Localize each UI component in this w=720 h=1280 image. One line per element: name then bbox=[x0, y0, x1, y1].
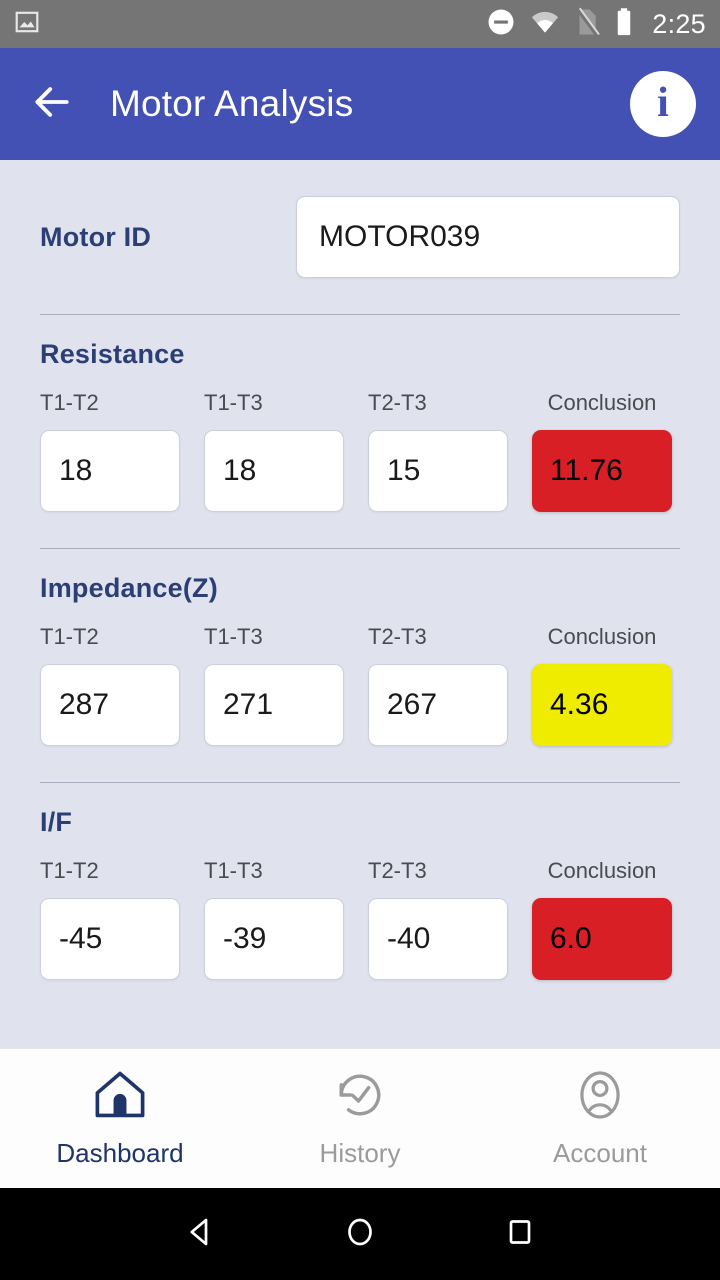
impedance-conclusion-badge: 4.36 bbox=[532, 664, 672, 746]
battery-icon bbox=[614, 7, 634, 42]
motor-id-input[interactable]: MOTOR039 bbox=[296, 196, 680, 278]
value-row: -45 -39 -40 6.0 bbox=[40, 898, 680, 980]
history-clock-icon bbox=[332, 1069, 388, 1126]
triangle-back-icon bbox=[182, 1214, 218, 1255]
column-header-t2-t3: T2-T3 bbox=[368, 858, 427, 883]
android-home-button[interactable] bbox=[342, 1214, 378, 1255]
wifi-icon bbox=[530, 7, 560, 42]
column-header-conclusion: Conclusion bbox=[547, 390, 657, 415]
column-header-conclusion: Conclusion bbox=[547, 624, 657, 649]
no-sim-icon bbox=[574, 7, 601, 42]
motor-id-row: Motor ID MOTOR039 bbox=[0, 160, 720, 278]
section-title: Resistance bbox=[40, 339, 185, 369]
column-header-t1-t3: T1-T3 bbox=[204, 390, 263, 415]
motor-id-label: Motor ID bbox=[40, 221, 152, 252]
impedance-t1-t2-input[interactable]: 287 bbox=[40, 664, 180, 746]
square-recents-icon bbox=[502, 1214, 538, 1255]
if-conclusion-badge: 6.0 bbox=[532, 898, 672, 980]
column-header-t2-t3: T2-T3 bbox=[368, 390, 427, 415]
status-bar: 2:25 bbox=[0, 0, 720, 48]
column-header-conclusion: Conclusion bbox=[547, 858, 657, 883]
nav-label-history: History bbox=[319, 1137, 401, 1168]
resistance-conclusion-badge: 11.76 bbox=[532, 430, 672, 512]
impedance-t1-t3-input[interactable]: 271 bbox=[204, 664, 344, 746]
main-content: Motor ID MOTOR039 Resistance T1-T2 T1-T3… bbox=[0, 160, 720, 1048]
section-title: Impedance(Z) bbox=[40, 573, 218, 603]
column-header-t1-t3: T1-T3 bbox=[204, 624, 263, 649]
value-row: 287 271 267 4.36 bbox=[40, 664, 680, 746]
circle-home-icon bbox=[342, 1214, 378, 1255]
section-title: I/F bbox=[40, 807, 73, 837]
do-not-disturb-icon bbox=[486, 7, 516, 42]
page-title: Motor Analysis bbox=[110, 83, 354, 124]
column-headers: T1-T2 T1-T3 T2-T3 Conclusion bbox=[40, 624, 680, 650]
app-bar: Motor Analysis i bbox=[0, 48, 720, 160]
info-icon: i bbox=[657, 80, 669, 126]
section-impedance: Impedance(Z) T1-T2 T1-T3 T2-T3 Conclusio… bbox=[0, 549, 720, 746]
resistance-t1-t2-input[interactable]: 18 bbox=[40, 430, 180, 512]
home-icon bbox=[92, 1069, 148, 1126]
value-row: 18 18 15 11.76 bbox=[40, 430, 680, 512]
nav-item-history[interactable]: History bbox=[240, 1069, 480, 1169]
nav-label-account: Account bbox=[553, 1137, 647, 1168]
nav-item-account[interactable]: Account bbox=[480, 1069, 720, 1169]
status-bar-clock: 2:25 bbox=[652, 8, 706, 39]
column-headers: T1-T2 T1-T3 T2-T3 Conclusion bbox=[40, 390, 680, 416]
nav-label-dashboard: Dashboard bbox=[56, 1137, 184, 1168]
back-button[interactable] bbox=[24, 76, 80, 132]
column-header-t1-t2: T1-T2 bbox=[40, 858, 99, 883]
status-bar-notifications bbox=[14, 9, 40, 40]
column-header-t1-t2: T1-T2 bbox=[40, 624, 99, 649]
section-if: I/F T1-T2 T1-T3 T2-T3 Conclusion -45 -39… bbox=[0, 783, 720, 980]
if-t1-t2-input[interactable]: -45 bbox=[40, 898, 180, 980]
android-back-button[interactable] bbox=[182, 1214, 218, 1255]
column-header-t1-t2: T1-T2 bbox=[40, 390, 99, 415]
if-t2-t3-input[interactable]: -40 bbox=[368, 898, 508, 980]
nav-item-dashboard[interactable]: Dashboard bbox=[0, 1069, 240, 1169]
image-notification-icon bbox=[14, 9, 40, 40]
arrow-left-icon bbox=[30, 80, 74, 129]
status-bar-system-icons: 2:25 bbox=[486, 7, 706, 42]
person-icon bbox=[572, 1069, 628, 1126]
column-header-t2-t3: T2-T3 bbox=[368, 624, 427, 649]
section-resistance: Resistance T1-T2 T1-T3 T2-T3 Conclusion … bbox=[0, 315, 720, 512]
impedance-t2-t3-input[interactable]: 267 bbox=[368, 664, 508, 746]
android-navigation-bar bbox=[0, 1188, 720, 1280]
column-headers: T1-T2 T1-T3 T2-T3 Conclusion bbox=[40, 858, 680, 884]
phone-screen: 2:25 Motor Analysis i Motor ID MOTOR039 … bbox=[0, 0, 720, 1280]
column-header-t1-t3: T1-T3 bbox=[204, 858, 263, 883]
if-t1-t3-input[interactable]: -39 bbox=[204, 898, 344, 980]
info-button[interactable]: i bbox=[630, 71, 696, 137]
android-recents-button[interactable] bbox=[502, 1214, 538, 1255]
resistance-t2-t3-input[interactable]: 15 bbox=[368, 430, 508, 512]
bottom-navigation: Dashboard History Account bbox=[0, 1048, 720, 1188]
resistance-t1-t3-input[interactable]: 18 bbox=[204, 430, 344, 512]
